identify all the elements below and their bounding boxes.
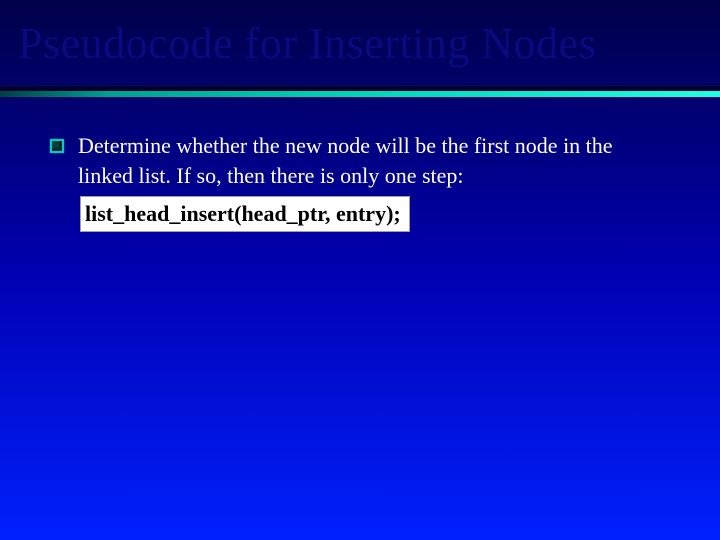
title-divider <box>0 85 720 99</box>
bullet-text: Determine whether the new node will be t… <box>78 131 670 190</box>
bullet-item: Determine whether the new node will be t… <box>50 131 670 190</box>
slide-content: Determine whether the new node will be t… <box>0 99 720 232</box>
title-area: Pseudocode for Inserting Nodes <box>0 0 720 79</box>
code-snippet: list_head_insert(head_ptr, entry); <box>80 196 410 232</box>
square-bullet-icon <box>50 139 64 153</box>
slide-title: Pseudocode for Inserting Nodes <box>18 18 702 69</box>
